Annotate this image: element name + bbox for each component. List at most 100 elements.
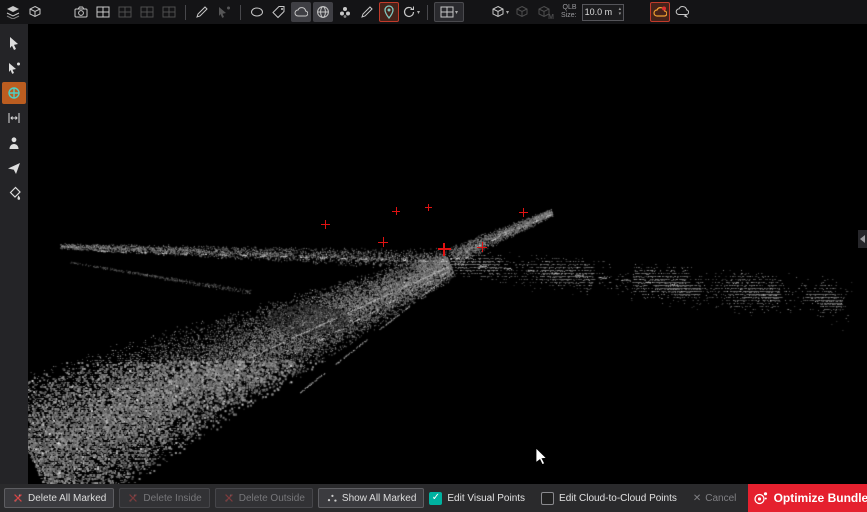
measure-icon [7, 111, 21, 125]
button-label: Delete All Marked [28, 493, 106, 504]
viewport-3d[interactable] [28, 24, 867, 484]
dropdown-arrow-icon: ▾ [506, 9, 509, 16]
dropdown-arrow-icon: ▾ [455, 9, 458, 16]
panels-icon [96, 5, 110, 19]
button-label: Delete Inside [143, 493, 201, 504]
cloud-icon [294, 5, 308, 19]
tag-icon [272, 5, 286, 19]
pin-icon [382, 5, 396, 19]
cloudspark-icon [653, 5, 667, 19]
pin-tool[interactable] [379, 2, 399, 22]
qlb-size-label: QLBSize: [561, 4, 577, 20]
cube-lock[interactable] [512, 2, 532, 22]
layout-a[interactable] [115, 2, 135, 22]
toolbar-separator [185, 5, 186, 20]
cube-m[interactable]: M [534, 2, 554, 22]
edit-visual-points-checkbox[interactable]: ✓ Edit Visual Points [429, 492, 525, 505]
rotate-icon [402, 5, 416, 19]
pen-icon [195, 5, 209, 19]
checkbox-box[interactable]: ✓ [429, 492, 442, 505]
cursorspark-icon [217, 5, 231, 19]
import-data[interactable] [3, 2, 23, 22]
button-label: Delete Outside [239, 493, 305, 504]
bounding-box[interactable] [25, 2, 45, 22]
walk-view-tool[interactable] [2, 132, 26, 154]
draw-line-tool[interactable] [192, 2, 212, 22]
globe-tool[interactable] [313, 2, 333, 22]
layout-b[interactable] [137, 2, 157, 22]
delmark-icon [127, 492, 139, 504]
edit-cloud-to-cloud-checkbox[interactable]: Edit Cloud-to-Cloud Points [541, 492, 677, 505]
panels-icon [162, 5, 176, 19]
optimize-bundle-label: Optimize Bundle [774, 491, 867, 505]
dropdown-arrow-icon: ▾ [417, 9, 420, 16]
pick-tool[interactable] [214, 2, 234, 22]
delmark-icon [223, 492, 235, 504]
delmark-icon [12, 492, 24, 504]
top-toolbar: ▾ ▾ ▾ M QLBSize: ▴▾ [0, 0, 867, 24]
cancel-icon: ✕ [693, 493, 701, 504]
flower-tool[interactable] [335, 2, 355, 22]
button-label: Show All Marked [342, 493, 416, 504]
cloud-highlight-tool[interactable] [650, 2, 670, 22]
bottom-bar: Delete All Marked Delete Inside Delete Out… [0, 484, 867, 512]
toolbar-separator [240, 5, 241, 20]
select-tool[interactable] [2, 32, 26, 54]
cube-view[interactable]: ▾ [490, 2, 510, 22]
toolbar-separator [427, 5, 428, 20]
pick-point-tool[interactable] [2, 57, 26, 79]
qlb-size-field: ▴▾ [582, 4, 625, 21]
person-icon [7, 136, 21, 150]
delete-all-marked-button[interactable]: Delete All Marked [4, 488, 114, 508]
delete-inside-button[interactable]: Delete Inside [119, 488, 209, 508]
layout-c[interactable] [159, 2, 179, 22]
camera-views[interactable] [71, 2, 91, 22]
flower-icon [338, 5, 352, 19]
expand-panel-handle[interactable] [858, 230, 867, 248]
cloud-tool[interactable] [291, 2, 311, 22]
panels-icon [140, 5, 154, 19]
view-mode-selector[interactable]: ▾ [434, 2, 464, 22]
bucket-icon [7, 186, 21, 200]
cursor-icon [7, 36, 21, 50]
showmark-icon [326, 492, 338, 504]
tag-tool[interactable] [269, 2, 289, 22]
cancel-button[interactable]: ✕ Cancel [693, 493, 737, 504]
measure-tool[interactable] [2, 107, 26, 129]
qlb-size-input[interactable] [583, 7, 617, 17]
cube-icon [491, 5, 505, 19]
left-toolbar [0, 24, 28, 484]
application-window: ▾ ▾ ▾ M QLBSize: ▴▾ Delete All Marked Delete I… [0, 0, 867, 512]
checkbox-box[interactable] [541, 492, 554, 505]
bottom-bar-buttons: Delete All Marked Delete Inside Delete Out… [4, 488, 429, 508]
fly-view-tool[interactable] [2, 157, 26, 179]
camera-icon [74, 5, 88, 19]
bundle-icon [753, 491, 768, 506]
globe-icon [316, 5, 330, 19]
pen-icon [360, 5, 374, 19]
move-icon [7, 86, 21, 100]
icon-badge: M [548, 14, 554, 21]
show-all-marked-button[interactable]: Show All Marked [318, 488, 424, 508]
fill-tool[interactable] [2, 182, 26, 204]
cube-icon [28, 5, 42, 19]
layers-icon [6, 5, 20, 19]
cloudbrush-icon [675, 5, 689, 19]
bottom-bar-checkboxes: ✓ Edit Visual Points Edit Cloud-to-Cloud P… [429, 492, 692, 505]
move-point-tool[interactable] [2, 82, 26, 104]
ellipse-tool[interactable] [247, 2, 267, 22]
panels-icon [118, 5, 132, 19]
cursorspark-icon [7, 61, 21, 75]
optimize-bundle-button[interactable]: Optimize Bundle [748, 484, 867, 512]
cancel-label: Cancel [705, 493, 736, 504]
orbit-tool[interactable]: ▾ [401, 2, 421, 22]
pen-tool[interactable] [357, 2, 377, 22]
cloud-brush-tool[interactable] [672, 2, 692, 22]
panels-icon [440, 5, 454, 19]
cube-icon [515, 5, 529, 19]
checkbox-label: Edit Visual Points [447, 493, 525, 504]
layout-split[interactable] [93, 2, 113, 22]
qlb-size-spinner[interactable]: ▴▾ [617, 7, 624, 17]
ellipse-icon [250, 5, 264, 19]
delete-outside-button[interactable]: Delete Outside [215, 488, 313, 508]
